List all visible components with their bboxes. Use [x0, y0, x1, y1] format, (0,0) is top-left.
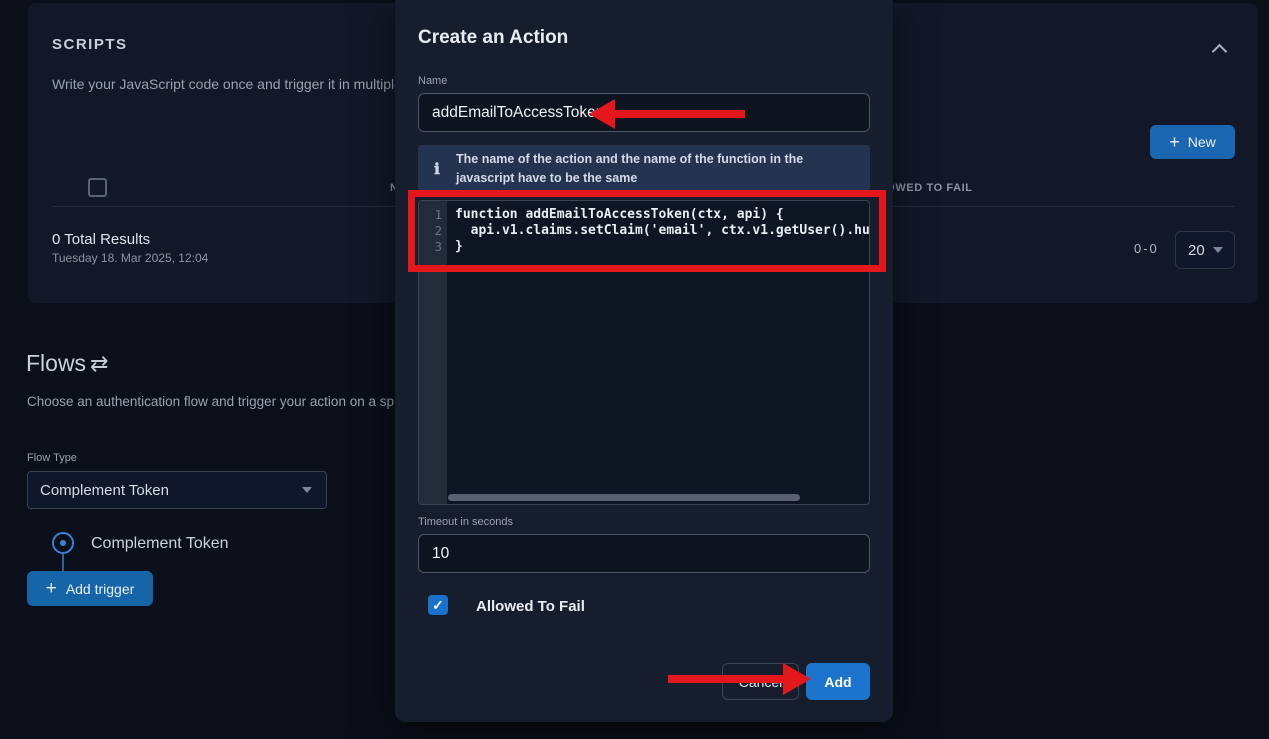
pagination-range: 0-0 — [1134, 241, 1159, 256]
flows-section-description: Choose an authentication flow and trigge… — [27, 394, 394, 409]
new-script-button-label: New — [1188, 134, 1216, 150]
collapse-chevron-up-icon[interactable] — [1214, 43, 1226, 55]
flow-node-label: Complement Token — [91, 535, 229, 553]
page-size-dropdown[interactable]: 20 — [1175, 231, 1235, 269]
flow-type-label: Flow Type — [27, 452, 77, 464]
scripts-card-description: Write your JavaScript code once and trig… — [52, 76, 402, 92]
add-button[interactable]: Add — [806, 663, 870, 700]
modal-title: Create an Action — [418, 27, 568, 49]
plus-icon: + — [1169, 133, 1180, 151]
swap-arrows-icon: ⇄ — [90, 351, 108, 377]
app-screen: SCRIPTS Write your JavaScript code once … — [0, 0, 1269, 739]
scripts-card-title: SCRIPTS — [52, 36, 128, 53]
new-script-button[interactable]: + New — [1150, 125, 1235, 159]
name-field-label: Name — [418, 75, 447, 87]
caret-down-icon — [302, 487, 312, 493]
check-icon: ✓ — [432, 597, 444, 614]
plus-icon: + — [46, 579, 57, 598]
annotation-arrow-name-field — [613, 110, 745, 118]
horizontal-scrollbar[interactable] — [448, 494, 800, 501]
add-trigger-button-label: Add trigger — [66, 581, 134, 597]
last-updated-timestamp: Tuesday 18. Mar 2025, 12:04 — [52, 251, 208, 265]
annotation-arrow-add-button — [668, 675, 783, 683]
caret-down-icon — [1213, 247, 1223, 253]
page-size-value: 20 — [1188, 242, 1205, 259]
annotation-arrow-name-field-head — [589, 99, 615, 129]
flow-type-selected-value: Complement Token — [40, 482, 169, 499]
flow-type-select[interactable]: Complement Token — [27, 471, 327, 509]
total-results-text: 0 Total Results — [52, 231, 150, 248]
flows-section-title: Flows — [26, 350, 86, 377]
annotation-box-code-editor — [408, 190, 886, 272]
allowed-to-fail-label: Allowed To Fail — [476, 598, 585, 615]
timeout-input[interactable] — [418, 534, 870, 573]
info-banner: ℹ The name of the action and the name of… — [418, 145, 870, 192]
add-trigger-button[interactable]: + Add trigger — [27, 571, 153, 606]
allowed-to-fail-checkbox[interactable]: ✓ — [428, 595, 448, 615]
select-all-checkbox[interactable] — [88, 178, 107, 197]
flow-node-circle-icon — [52, 532, 74, 554]
info-icon: ℹ — [418, 160, 456, 178]
annotation-arrow-add-button-head — [783, 663, 811, 695]
info-banner-text: The name of the action and the name of t… — [456, 150, 870, 186]
timeout-field-label: Timeout in seconds — [418, 516, 513, 528]
create-action-modal: Create an Action Name ℹ The name of the … — [395, 0, 893, 722]
